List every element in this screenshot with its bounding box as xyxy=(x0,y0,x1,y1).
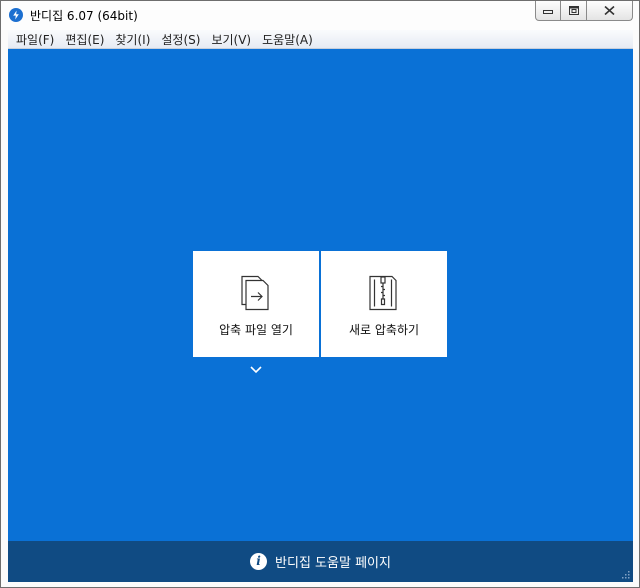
menu-find[interactable]: 찾기(I) xyxy=(111,31,157,48)
resize-grip-icon[interactable] xyxy=(620,569,630,579)
help-footer[interactable]: i 반디집 도움말 페이지 xyxy=(8,541,633,582)
help-link[interactable]: i 반디집 도움말 페이지 xyxy=(8,541,633,582)
maximize-icon xyxy=(568,6,579,15)
title-bar[interactable]: 반디집 6.07 (64bit) xyxy=(1,1,639,30)
info-icon: i xyxy=(250,553,268,570)
window-controls xyxy=(535,1,633,21)
maximize-button[interactable] xyxy=(561,1,587,21)
help-link-label: 반디집 도움말 페이지 xyxy=(275,556,391,571)
open-archive-label: 압축 파일 열기 xyxy=(219,323,293,337)
chevron-down-icon[interactable] xyxy=(249,365,263,374)
minimize-button[interactable] xyxy=(535,1,561,21)
close-button[interactable] xyxy=(587,1,633,21)
menu-help[interactable]: 도움말(A) xyxy=(258,31,320,48)
new-archive-label: 새로 압축하기 xyxy=(348,323,420,337)
window-title: 반디집 6.07 (64bit) xyxy=(30,9,138,23)
minimize-icon xyxy=(543,9,553,14)
menu-view[interactable]: 보기(V) xyxy=(207,31,258,48)
new-archive-icon xyxy=(369,275,397,311)
main-panel: 압축 파일 열기 새로 압축하기 xyxy=(8,49,633,541)
menu-settings[interactable]: 설정(S) xyxy=(157,31,207,48)
menu-edit[interactable]: 편집(E) xyxy=(61,31,111,48)
open-archive-icon xyxy=(241,275,269,311)
app-window: 반디집 6.07 (64bit) 파일(F) 편집(E) 찾기(I) 설정(S)… xyxy=(0,0,640,588)
menu-bar: 파일(F) 편집(E) 찾기(I) 설정(S) 보기(V) 도움말(A) xyxy=(8,30,633,49)
new-archive-button[interactable]: 새로 압축하기 xyxy=(321,251,447,357)
menu-file[interactable]: 파일(F) xyxy=(12,31,61,48)
open-archive-button[interactable]: 압축 파일 열기 xyxy=(193,251,319,357)
close-icon xyxy=(604,6,615,15)
bandizip-app-icon[interactable] xyxy=(9,8,23,22)
